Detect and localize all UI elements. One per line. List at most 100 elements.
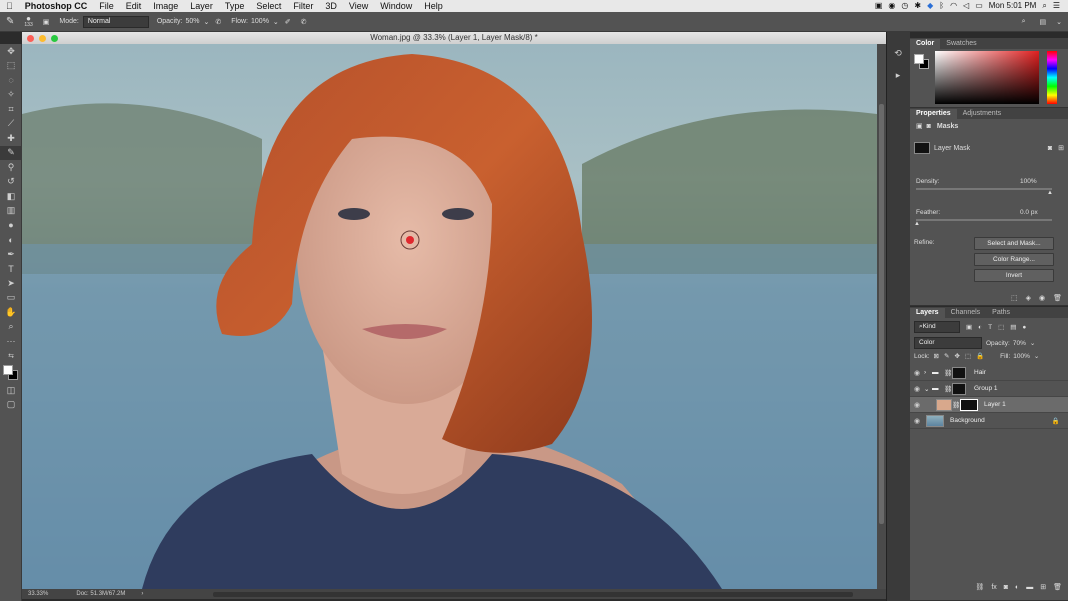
screen-mode-icon[interactable]: ▢	[0, 398, 22, 413]
chevron-down-icon[interactable]: ⌄	[1030, 339, 1035, 347]
blur-tool-icon[interactable]: ●	[0, 218, 22, 233]
filter-pixel-icon[interactable]: ▣	[966, 323, 972, 331]
filter-type-icon[interactable]: T	[988, 324, 992, 331]
visibility-eye-icon[interactable]: ◉	[910, 369, 924, 377]
brush-preset-picker[interactable]: ● 133	[24, 14, 32, 29]
layer-mask-thumbnail[interactable]	[952, 382, 966, 395]
menu-help[interactable]: Help	[418, 0, 449, 12]
blend-mode-dropdown[interactable]: Color	[914, 337, 982, 349]
visibility-eye-icon[interactable]: ◉	[910, 385, 924, 393]
close-window-button[interactable]	[27, 35, 34, 42]
density-slider[interactable]	[916, 188, 1052, 190]
menu-layer[interactable]: Layer	[184, 0, 219, 12]
chevron-down-icon[interactable]: ⌄	[924, 385, 932, 393]
scroll-thumb[interactable]	[879, 104, 884, 524]
fx-icon[interactable]: fx	[991, 584, 996, 591]
menu-app[interactable]: Photoshop CC	[19, 0, 94, 12]
healing-brush-tool-icon[interactable]: ✚	[0, 131, 22, 146]
layer-thumbnail[interactable]	[926, 414, 944, 427]
brush-tool-icon[interactable]: ✎	[6, 16, 14, 27]
brush-panel-icon[interactable]: ▣	[43, 18, 50, 26]
menu-file[interactable]: File	[93, 0, 120, 12]
layer-name[interactable]: Layer 1	[984, 401, 1006, 408]
foreground-color-swatch[interactable]	[3, 365, 13, 375]
mode-dropdown[interactable]: Normal	[82, 15, 149, 28]
search-icon[interactable]: ⌕	[1022, 18, 1026, 26]
select-and-mask-button[interactable]: Select and Mask...	[974, 237, 1054, 250]
tab-adjustments[interactable]: Adjustments	[957, 109, 1008, 119]
adjustment-layer-icon[interactable]: ◐	[1015, 584, 1019, 591]
spotlight-icon[interactable]: ⌕	[1042, 0, 1046, 12]
pen-tool-icon[interactable]: ✒	[0, 247, 22, 262]
filter-toggle-icon[interactable]: ●	[1022, 324, 1026, 331]
apple-icon[interactable]: 	[0, 0, 19, 12]
document-title-bar[interactable]: Woman.jpg @ 33.3% (Layer 1, Layer Mask/8…	[22, 32, 886, 44]
lasso-tool-icon[interactable]: ◌	[0, 73, 22, 88]
layer-row-background[interactable]: ◉ Background 🔒	[910, 413, 1068, 429]
history-brush-tool-icon[interactable]: ↺	[0, 175, 22, 190]
lock-all-icon[interactable]: 🔒	[976, 352, 984, 360]
brush-tool-icon[interactable]: ✎	[0, 145, 22, 160]
volume-icon[interactable]: ◁	[963, 0, 969, 12]
doc-size[interactable]: Doc: 51.3M/67.2M	[76, 591, 125, 597]
feather-slider[interactable]	[916, 219, 1052, 221]
color-range-button[interactable]: Color Range...	[974, 253, 1054, 266]
feather-slider-handle[interactable]: ▲	[914, 221, 920, 227]
dropbox-icon[interactable]: ◆	[927, 0, 933, 12]
layer-row-hair[interactable]: ◉ › ▬ ⛓ Hair	[910, 365, 1068, 381]
zoom-window-button[interactable]	[51, 35, 58, 42]
add-mask-icon[interactable]: ◙	[1004, 584, 1008, 591]
pixel-mask-icon[interactable]: ▣	[916, 122, 923, 130]
link-layers-icon[interactable]: ⛓	[975, 583, 984, 591]
actions-panel-icon[interactable]: ▸	[887, 69, 909, 84]
quick-mask-icon[interactable]: ◫	[0, 383, 22, 398]
workspace-icon[interactable]: ▤	[1040, 18, 1047, 26]
visibility-eye-icon[interactable]: ◉	[910, 417, 924, 425]
invert-button[interactable]: Invert	[974, 269, 1054, 282]
pressure-opacity-icon[interactable]: ✆	[215, 18, 221, 26]
chevron-right-icon[interactable]: ›	[141, 591, 143, 597]
layer-name[interactable]: Hair	[974, 369, 986, 376]
rectangle-tool-icon[interactable]: ▭	[0, 291, 22, 306]
flow-value[interactable]: 100%	[251, 18, 269, 25]
menu-filter[interactable]: Filter	[287, 0, 319, 12]
filter-adjustment-icon[interactable]: ◐	[978, 324, 982, 331]
swap-colors-icon[interactable]: ⇆	[0, 349, 22, 364]
layer-name[interactable]: Background	[950, 417, 985, 424]
density-slider-handle[interactable]: ▲	[1047, 190, 1053, 196]
tab-layers[interactable]: Layers	[910, 308, 945, 318]
more-tools-icon[interactable]: ···	[0, 334, 22, 349]
eyedropper-tool-icon[interactable]: ⟋	[0, 117, 22, 132]
clone-stamp-tool-icon[interactable]: ⚲	[0, 160, 22, 175]
filter-shape-icon[interactable]: ⬚	[998, 323, 1004, 331]
select-pixel-mask-icon[interactable]: ◙	[1048, 145, 1052, 152]
clock[interactable]: Mon 5:01 PM	[989, 0, 1037, 12]
chevron-down-icon[interactable]: ⌄	[273, 18, 279, 26]
layer-opacity-value[interactable]: 70%	[1013, 340, 1026, 347]
add-vector-mask-icon[interactable]: ⊞	[1058, 144, 1064, 152]
path-select-tool-icon[interactable]: ➤	[0, 276, 22, 291]
lock-transparent-icon[interactable]: ⊠	[934, 352, 939, 360]
foreground-color-swatch[interactable]	[914, 54, 924, 64]
visibility-eye-icon[interactable]: ◉	[910, 401, 924, 409]
menu-type[interactable]: Type	[219, 0, 251, 12]
zoom-tool-icon[interactable]: ⌕	[0, 320, 22, 335]
hand-tool-icon[interactable]: ✋	[0, 305, 22, 320]
trash-icon[interactable]: 🗑	[1053, 294, 1062, 302]
new-group-icon[interactable]: ▬	[1026, 584, 1033, 591]
lock-artboard-icon[interactable]: ⬚	[965, 352, 971, 360]
creative-cloud-icon[interactable]: ◉	[888, 0, 895, 12]
airbrush-icon[interactable]: ✐	[285, 18, 291, 26]
tab-swatches[interactable]: Swatches	[940, 39, 982, 49]
gradient-tool-icon[interactable]: ▥	[0, 204, 22, 219]
sync-icon[interactable]: ✱	[914, 0, 921, 12]
menu-window[interactable]: Window	[374, 0, 418, 12]
vector-mask-icon[interactable]: ◙	[927, 123, 931, 130]
opacity-value[interactable]: 50%	[186, 18, 200, 25]
horizontal-scrollbar[interactable]	[213, 591, 854, 597]
toggle-mask-icon[interactable]: ◉	[1039, 294, 1045, 302]
bluetooth-icon[interactable]: ᛒ	[939, 0, 944, 12]
new-layer-icon[interactable]: ⊞	[1040, 583, 1046, 591]
trash-icon[interactable]: 🗑	[1053, 583, 1062, 591]
filter-kind-dropdown[interactable]: ⌕Kind	[914, 321, 960, 333]
